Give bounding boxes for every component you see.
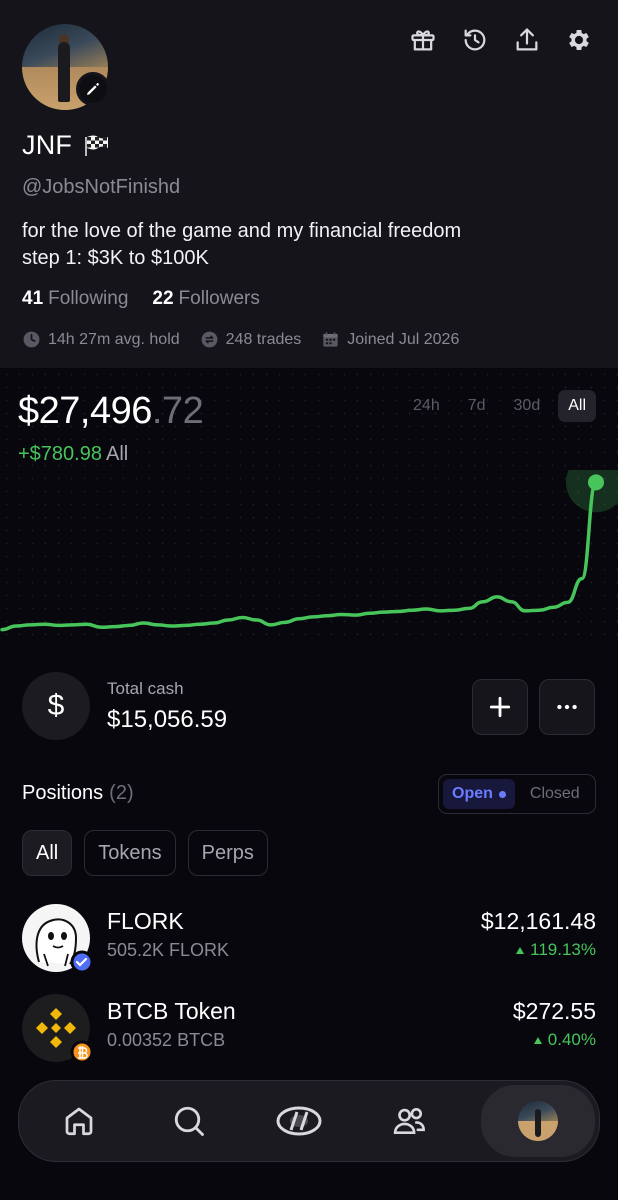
following-label: Following (48, 288, 129, 309)
share-icon[interactable] (512, 24, 542, 56)
edit-avatar-button[interactable] (76, 72, 110, 106)
filter-all[interactable]: All (22, 830, 73, 876)
cash-label: Total cash (107, 679, 184, 698)
dollar-icon: $ (22, 672, 90, 740)
toggle-closed[interactable]: Closed (521, 779, 589, 809)
position-row-flork[interactable]: FLORK 505.2K FLORK $12,161.48 119.13% (22, 904, 596, 974)
position-change-text: 119.13% (530, 940, 596, 959)
position-change: 0.40% (533, 1030, 596, 1050)
up-triangle-icon (534, 1037, 543, 1044)
nav-search[interactable] (139, 1085, 239, 1157)
btcb-token-icon (22, 994, 94, 1064)
avatar-figure (58, 42, 70, 102)
position-row-btcb[interactable]: BTCB Token 0.00352 BTCB $272.55 0.40% (22, 994, 596, 1064)
balance-cents: .72 (151, 390, 204, 432)
nav-trade[interactable] (249, 1085, 349, 1157)
range-24h[interactable]: 24h (403, 390, 450, 422)
open-closed-toggle: Open Closed (438, 774, 596, 814)
token-name: FLORK (107, 908, 184, 934)
following-link[interactable]: 41 Following (22, 288, 128, 310)
history-icon[interactable] (460, 24, 490, 56)
portfolio-pnl: +$780.98 All (18, 443, 128, 466)
nav-home[interactable] (29, 1085, 129, 1157)
pnl-period: All (105, 443, 129, 465)
header-actions (408, 24, 594, 56)
token-amount: 505.2K FLORK (107, 940, 230, 960)
nav-profile[interactable] (481, 1085, 595, 1157)
search-icon (174, 1106, 204, 1136)
filter-tokens[interactable]: Tokens (84, 830, 176, 876)
pencil-icon (87, 83, 99, 95)
joined-text: Joined Jul 2026 (347, 330, 460, 348)
trade-icon (276, 1106, 322, 1136)
bio-line-2: step 1: $3K to $100K (22, 247, 209, 269)
profile-stats: 14h 27m avg. hold 248 trades Joined Jul … (22, 330, 459, 349)
flork-token-icon (22, 904, 94, 974)
range-selector: 24h 7d 30d All (403, 390, 596, 422)
trades-stat: 248 trades (200, 330, 302, 349)
pnl-value: +$780.98 (18, 443, 102, 465)
social-icon (393, 1107, 425, 1135)
avg-hold-text: 14h 27m avg. hold (48, 330, 180, 348)
more-icon (557, 704, 577, 710)
current-point (588, 474, 604, 491)
balance-main: $27,496 (18, 390, 152, 432)
bottom-navigation (18, 1080, 600, 1162)
portfolio-chart (0, 470, 618, 632)
toggle-open-label: Open (452, 785, 493, 802)
add-cash-button[interactable] (472, 679, 528, 735)
profile-avatar-nav (518, 1101, 558, 1141)
followers-link[interactable]: 22 Followers (152, 288, 259, 310)
profile-name: JNF (22, 130, 110, 161)
plus-icon (489, 696, 511, 718)
joined-stat: Joined Jul 2026 (321, 330, 459, 349)
token-amount: 0.00352 BTCB (107, 1030, 226, 1050)
open-dot-icon (498, 790, 506, 798)
range-30d[interactable]: 30d (504, 390, 551, 422)
followers-label: Followers (178, 288, 260, 309)
portfolio-balance: $27,496.72 (18, 390, 204, 433)
range-7d[interactable]: 7d (458, 390, 496, 422)
clock-icon (23, 331, 40, 348)
position-change: 119.13% (515, 940, 596, 960)
calendar-icon (323, 332, 338, 347)
filter-perps[interactable]: Perps (187, 830, 268, 876)
range-all[interactable]: All (558, 390, 596, 422)
following-count: 41 (22, 288, 44, 309)
more-options-button[interactable] (539, 679, 595, 735)
nav-social[interactable] (359, 1085, 459, 1157)
positions-title-text: Positions (22, 782, 104, 804)
position-value: $272.55 (512, 998, 596, 1024)
avg-hold-stat: 14h 27m avg. hold (22, 330, 180, 349)
token-name: BTCB Token (107, 998, 236, 1024)
follow-counts: 41 Following 22 Followers (22, 288, 260, 310)
swap-icon (201, 331, 218, 348)
cash-value: $15,056.59 (107, 706, 228, 733)
position-change-text: 0.40% (547, 1030, 596, 1049)
profile-name-text: JNF (22, 130, 73, 160)
position-value: $12,161.48 (480, 908, 596, 934)
followers-count: 22 (152, 288, 174, 309)
profile-handle: @JobsNotFinishd (22, 176, 181, 198)
profile-bio: for the love of the game and my financia… (22, 218, 461, 272)
portfolio-line (0, 480, 598, 632)
positions-title: Positions (2) (22, 782, 134, 805)
up-triangle-icon (516, 947, 525, 954)
position-filters: All Tokens Perps (22, 830, 268, 876)
settings-icon[interactable] (564, 24, 594, 56)
trades-text: 248 trades (225, 330, 302, 348)
gift-icon[interactable] (408, 24, 438, 56)
positions-count: (2) (109, 782, 134, 804)
toggle-open[interactable]: Open (443, 779, 515, 809)
home-icon (65, 1107, 93, 1136)
bio-line-1: for the love of the game and my financia… (22, 220, 462, 242)
checkered-flag-icon (85, 135, 109, 156)
